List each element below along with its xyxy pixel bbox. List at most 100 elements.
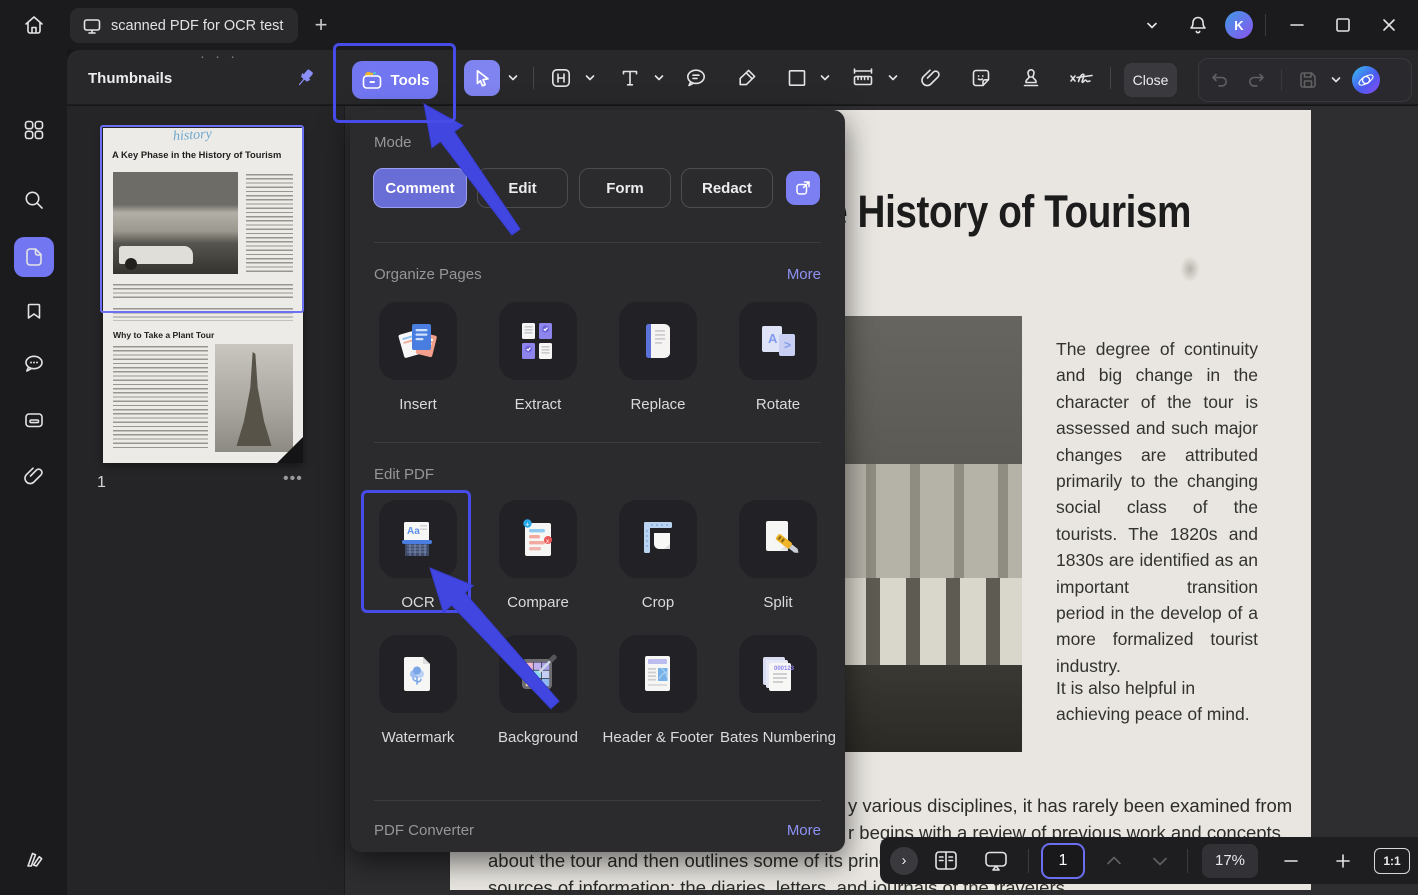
thumb-paragraph: [113, 284, 293, 301]
thumbnails-panel: history A Key Phase in the History of To…: [67, 106, 345, 895]
chevron-down-icon[interactable]: [653, 72, 665, 84]
zoom-in-icon[interactable]: [1332, 850, 1354, 872]
page-thumbnail[interactable]: history A Key Phase in the History of To…: [103, 128, 303, 463]
bell-icon[interactable]: [1179, 7, 1217, 43]
ai-assistant-icon[interactable]: [1352, 66, 1380, 94]
page-number-input[interactable]: [1041, 843, 1085, 879]
pages-icon[interactable]: [14, 400, 54, 440]
chevron-down-icon[interactable]: [819, 72, 831, 84]
split-label: Split: [718, 593, 838, 612]
shape-square-icon[interactable]: [779, 60, 815, 96]
page-up-icon[interactable]: [1103, 850, 1125, 872]
divider: [1281, 69, 1282, 91]
redo-icon[interactable]: [1243, 68, 1267, 92]
highlight-area-icon[interactable]: [543, 60, 579, 96]
thumb-title: A Key Phase in the History of Tourism: [112, 149, 281, 160]
thumbnails-page-icon[interactable]: [14, 237, 54, 277]
chevron-down-icon[interactable]: [584, 72, 596, 84]
panel-title: Thumbnails: [88, 70, 172, 87]
header-footer-tool[interactable]: [619, 635, 697, 713]
tools-button[interactable]: Tools: [352, 61, 438, 99]
divider: [1187, 849, 1188, 873]
chevron-down-icon[interactable]: [887, 72, 899, 84]
search-icon[interactable]: [14, 180, 54, 220]
background-label: Background: [478, 728, 598, 747]
comments-icon[interactable]: [14, 344, 54, 384]
add-tab-button[interactable]: +: [308, 12, 334, 38]
mode-comment-button[interactable]: Comment: [373, 168, 467, 208]
zoom-out-icon[interactable]: [1280, 850, 1302, 872]
actual-size-button[interactable]: 1:1: [1374, 848, 1410, 874]
pin-icon[interactable]: [289, 62, 321, 94]
thumb-text-column: [113, 346, 208, 448]
open-in-new-window-icon[interactable]: [786, 171, 820, 205]
bates-numbering-tool[interactable]: 000123: [739, 635, 817, 713]
svg-text:>: >: [784, 338, 791, 352]
split-tool[interactable]: [739, 500, 817, 578]
tools-folder-icon: [361, 70, 384, 91]
home-button[interactable]: [16, 10, 52, 40]
presentation-icon[interactable]: [982, 848, 1010, 874]
panel-resize-dots[interactable]: · · ·: [189, 50, 249, 64]
organize-more-link[interactable]: More: [787, 266, 821, 283]
extract-tool[interactable]: [499, 302, 577, 380]
stamp-icon[interactable]: [1013, 60, 1049, 96]
compare-tool[interactable]: +x: [499, 500, 577, 578]
divider: [1265, 14, 1266, 36]
reading-mode-icon[interactable]: [14, 840, 54, 880]
measure-ruler-icon[interactable]: [845, 60, 881, 96]
select-cursor-icon[interactable]: [464, 60, 500, 96]
tools-button-label: Tools: [391, 72, 430, 89]
minimize-button[interactable]: [1278, 7, 1316, 43]
watermark-tool[interactable]: [379, 635, 457, 713]
header-footer-label: Header & Footer: [598, 728, 718, 747]
mode-redact-button[interactable]: Redact: [681, 168, 773, 208]
save-icon[interactable]: [1296, 68, 1320, 92]
svg-text:+: +: [525, 521, 529, 528]
background-tool[interactable]: [499, 635, 577, 713]
maximize-button[interactable]: [1324, 7, 1362, 43]
thumb-photo-havana: [113, 172, 238, 274]
chevron-down-icon[interactable]: [507, 72, 519, 84]
rotate-tool[interactable]: A>: [739, 302, 817, 380]
insert-tool[interactable]: [379, 302, 457, 380]
replace-tool[interactable]: [619, 302, 697, 380]
save-group: [1198, 58, 1412, 102]
text-icon[interactable]: [612, 60, 648, 96]
chevron-down-icon[interactable]: [1330, 74, 1342, 86]
close-window-button[interactable]: [1370, 7, 1408, 43]
converter-more-link[interactable]: More: [787, 822, 821, 839]
document-tab[interactable]: scanned PDF for OCR test: [70, 8, 298, 43]
mode-section-label: Mode: [374, 134, 412, 151]
organize-section-label: Organize Pages: [374, 266, 482, 283]
expand-icon[interactable]: ›: [890, 847, 918, 875]
thumb-paragraph: [113, 308, 293, 321]
mode-edit-button[interactable]: Edit: [477, 168, 568, 208]
page-down-icon[interactable]: [1149, 850, 1171, 872]
chevron-down-icon[interactable]: [1133, 7, 1171, 43]
avatar[interactable]: K: [1225, 11, 1253, 39]
pen-icon[interactable]: [729, 60, 765, 96]
thumb-section-heading: Why to Take a Plant Tour: [113, 330, 214, 340]
mode-form-button[interactable]: Form: [579, 168, 671, 208]
sticker-icon[interactable]: [963, 60, 999, 96]
paperclip-icon[interactable]: [913, 60, 949, 96]
signature-icon[interactable]: [1062, 60, 1106, 96]
apps-grid-icon[interactable]: [14, 110, 54, 150]
thumbnail-page-number: 1: [97, 474, 106, 492]
ocr-tool[interactable]: Aa: [379, 500, 457, 578]
document-column-text: The degree of continuity and big change …: [1056, 336, 1258, 679]
two-page-view-icon[interactable]: [932, 848, 960, 874]
thumbnail-overflow-menu[interactable]: •••: [283, 470, 303, 488]
comment-bubble-icon[interactable]: [678, 60, 714, 96]
divider: [1110, 67, 1111, 89]
left-rail: [0, 50, 67, 895]
undo-icon[interactable]: [1209, 68, 1233, 92]
bookmark-icon[interactable]: [14, 291, 54, 331]
attachment-icon[interactable]: [14, 456, 54, 496]
close-tools-button[interactable]: Close: [1124, 63, 1177, 97]
scan-smudge: [1180, 256, 1200, 282]
crop-tool[interactable]: [619, 500, 697, 578]
main-toolbar: · · · Thumbnails Tools: [67, 50, 1418, 105]
zoom-level[interactable]: 17%: [1202, 844, 1258, 878]
